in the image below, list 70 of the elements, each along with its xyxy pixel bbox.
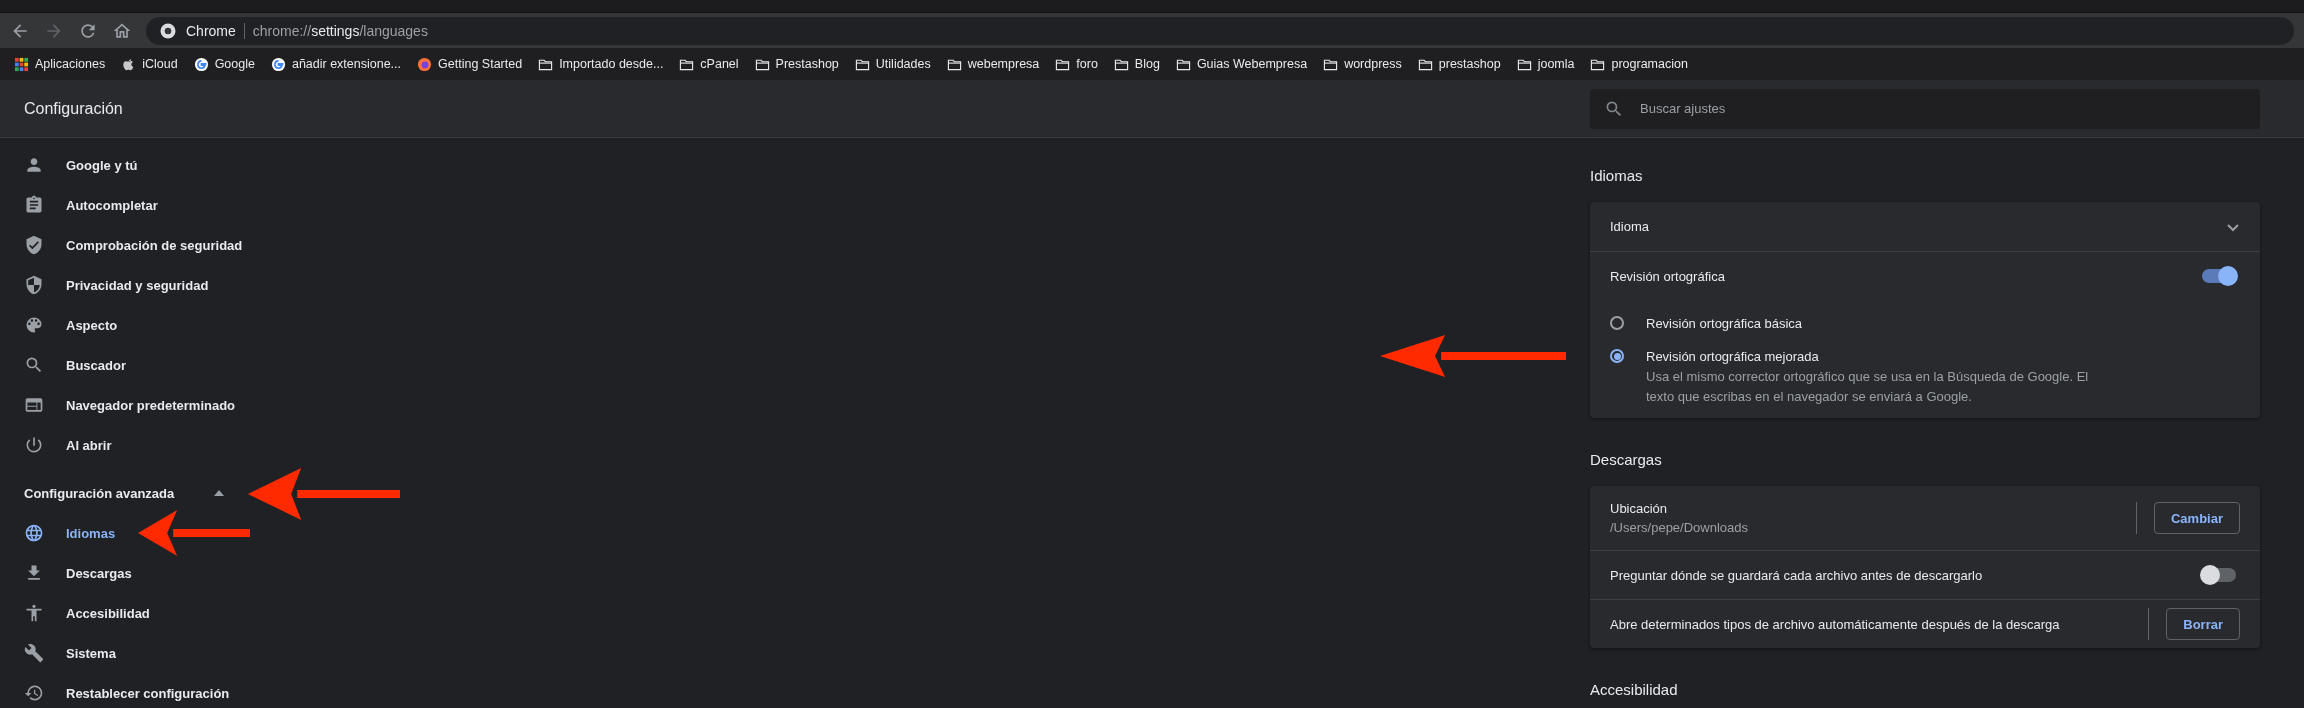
radio-label: Revisión ortográfica mejorada [1646, 349, 1820, 365]
bookmark-link[interactable]: Getting Started [417, 56, 523, 72]
power-icon [24, 435, 44, 455]
sidebar-item[interactable]: Buscador [0, 345, 560, 385]
bookmark-link[interactable]: Blog [1113, 56, 1160, 72]
setting-value: /Users/pepe/Downloads [1610, 520, 1750, 535]
wrench-icon [24, 643, 44, 663]
site-label: Chrome [186, 22, 245, 39]
bookmark-link[interactable]: webempresa [946, 56, 1040, 72]
clipboard-icon [24, 195, 44, 215]
bookmark-link[interactable]: Importado desde... [538, 56, 664, 72]
sidebar-item[interactable]: Privacidad y seguridad [0, 265, 560, 305]
google-icon [270, 56, 286, 72]
radio-button[interactable] [1610, 316, 1624, 330]
sidebar-item[interactable]: Google y tú [0, 145, 560, 185]
firefox-icon [417, 56, 433, 72]
sidebar-item[interactable]: Aspecto [0, 305, 560, 345]
setting-label: Preguntar dónde se guardará cada archivo antes de descargarlo [1610, 567, 1984, 583]
bookmark-link[interactable]: Utilidades [854, 56, 931, 72]
google-icon [193, 56, 209, 72]
bookmark-link[interactable]: prestashop [1417, 56, 1501, 72]
setting-label: Abre determinados tipos de archivo automáticamente después de la descarga [1610, 616, 2061, 632]
bookmark-link[interactable]: añadir extensione... [270, 56, 402, 72]
toggle-switch[interactable] [2202, 269, 2236, 283]
palette-icon [24, 315, 44, 335]
action-button[interactable]: Borrar [2166, 608, 2240, 640]
sidebar-item[interactable]: Restablecer configuración [0, 673, 560, 708]
bookmark-link[interactable]: Aplicaciones [14, 56, 106, 72]
action-button[interactable]: Cambiar [2153, 502, 2240, 534]
sidebar-item[interactable]: Navegador predeterminado [0, 385, 560, 425]
bookmark-link[interactable]: foro [1055, 56, 1098, 72]
bookmark-link[interactable]: joomla [1516, 56, 1575, 72]
accessibility-icon [24, 603, 44, 623]
setting-label: Idioma [1610, 219, 1651, 234]
section-toggle-label[interactable]: Configuración avanzada [24, 485, 175, 501]
bookmark-link[interactable]: programacion [1590, 56, 1688, 72]
sidebar-item[interactable]: Descargas [0, 553, 560, 593]
url-text: chrome://settings/languages [252, 22, 428, 39]
bookmark-link[interactable]: Google [193, 56, 255, 72]
bookmark-link[interactable]: cPanel [679, 56, 739, 72]
search-icon [24, 355, 44, 375]
search-field[interactable]: Buscar ajustes [1590, 88, 2260, 129]
bookmark-link[interactable]: wordpress [1323, 56, 1402, 72]
radio-button[interactable] [1610, 349, 1624, 363]
setting-label: Revisión ortográfica [1610, 268, 1726, 284]
bookmark-link[interactable]: Prestashop [754, 56, 839, 72]
sidebar-item[interactable]: Al abrir [0, 425, 560, 465]
description-text: Usa el mismo corrector ortográfico que se usa en la Búsqueda de Google. El texto que escribas en el navegador se enviará a Google. [1646, 368, 2090, 406]
sidebar-item[interactable]: Autocompletar [0, 185, 560, 225]
globe-icon [24, 523, 44, 543]
section-heading: Descargas [1590, 450, 1662, 470]
section-heading: Accesibilidad [1590, 680, 1678, 700]
sidebar-item[interactable]: Comprobación de seguridad [0, 225, 560, 265]
address-bar[interactable]: Chrome chrome://settings/languages [146, 16, 2294, 45]
shield-check-icon [24, 235, 44, 255]
apps-grid-icon [14, 56, 29, 72]
bookmark-link[interactable]: Guias Webempresa [1175, 56, 1308, 72]
sidebar-item[interactable]: Sistema [0, 633, 560, 673]
caret-icon[interactable] [214, 490, 224, 496]
bookmark-link[interactable]: iCloud [121, 56, 178, 72]
toggle-switch[interactable] [2202, 568, 2236, 582]
page-title: Configuración [23, 99, 124, 118]
sidebar-item[interactable]: Accesibilidad [0, 593, 560, 633]
browser-window-icon [24, 395, 44, 415]
section-heading: Idiomas [1590, 166, 1643, 186]
setting-label: Ubicación [1610, 501, 1669, 516]
sidebar-item[interactable]: Idiomas [0, 513, 560, 553]
radio-label: Revisión ortográfica básica [1646, 316, 1803, 332]
history-icon [24, 683, 44, 703]
shield-icon [24, 275, 44, 295]
